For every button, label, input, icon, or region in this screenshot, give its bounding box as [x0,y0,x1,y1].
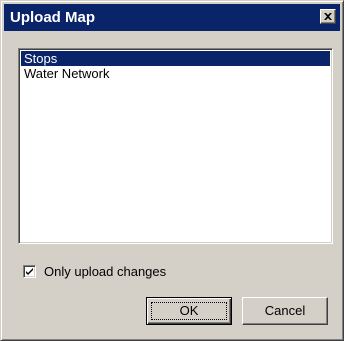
only-upload-changes-checkbox[interactable] [23,264,36,278]
ok-button[interactable]: OK [146,297,232,325]
cancel-button[interactable]: Cancel [242,297,328,325]
map-listbox[interactable]: Stops Water Network [18,48,333,244]
only-upload-changes-option[interactable]: Only upload changes [23,263,166,279]
only-upload-changes-label[interactable]: Only upload changes [44,264,166,279]
ok-button-label: OK [179,303,199,318]
close-button[interactable] [320,9,336,24]
list-item-stops[interactable]: Stops [21,51,330,66]
dialog-title: Upload Map [10,9,95,26]
checkmark-icon [26,267,33,275]
title-bar[interactable]: Upload Map [4,4,340,31]
list-item-water-network[interactable]: Water Network [21,66,330,81]
upload-map-dialog: Upload Map Stops Water Network Only uplo… [0,0,344,341]
close-icon [324,13,332,20]
